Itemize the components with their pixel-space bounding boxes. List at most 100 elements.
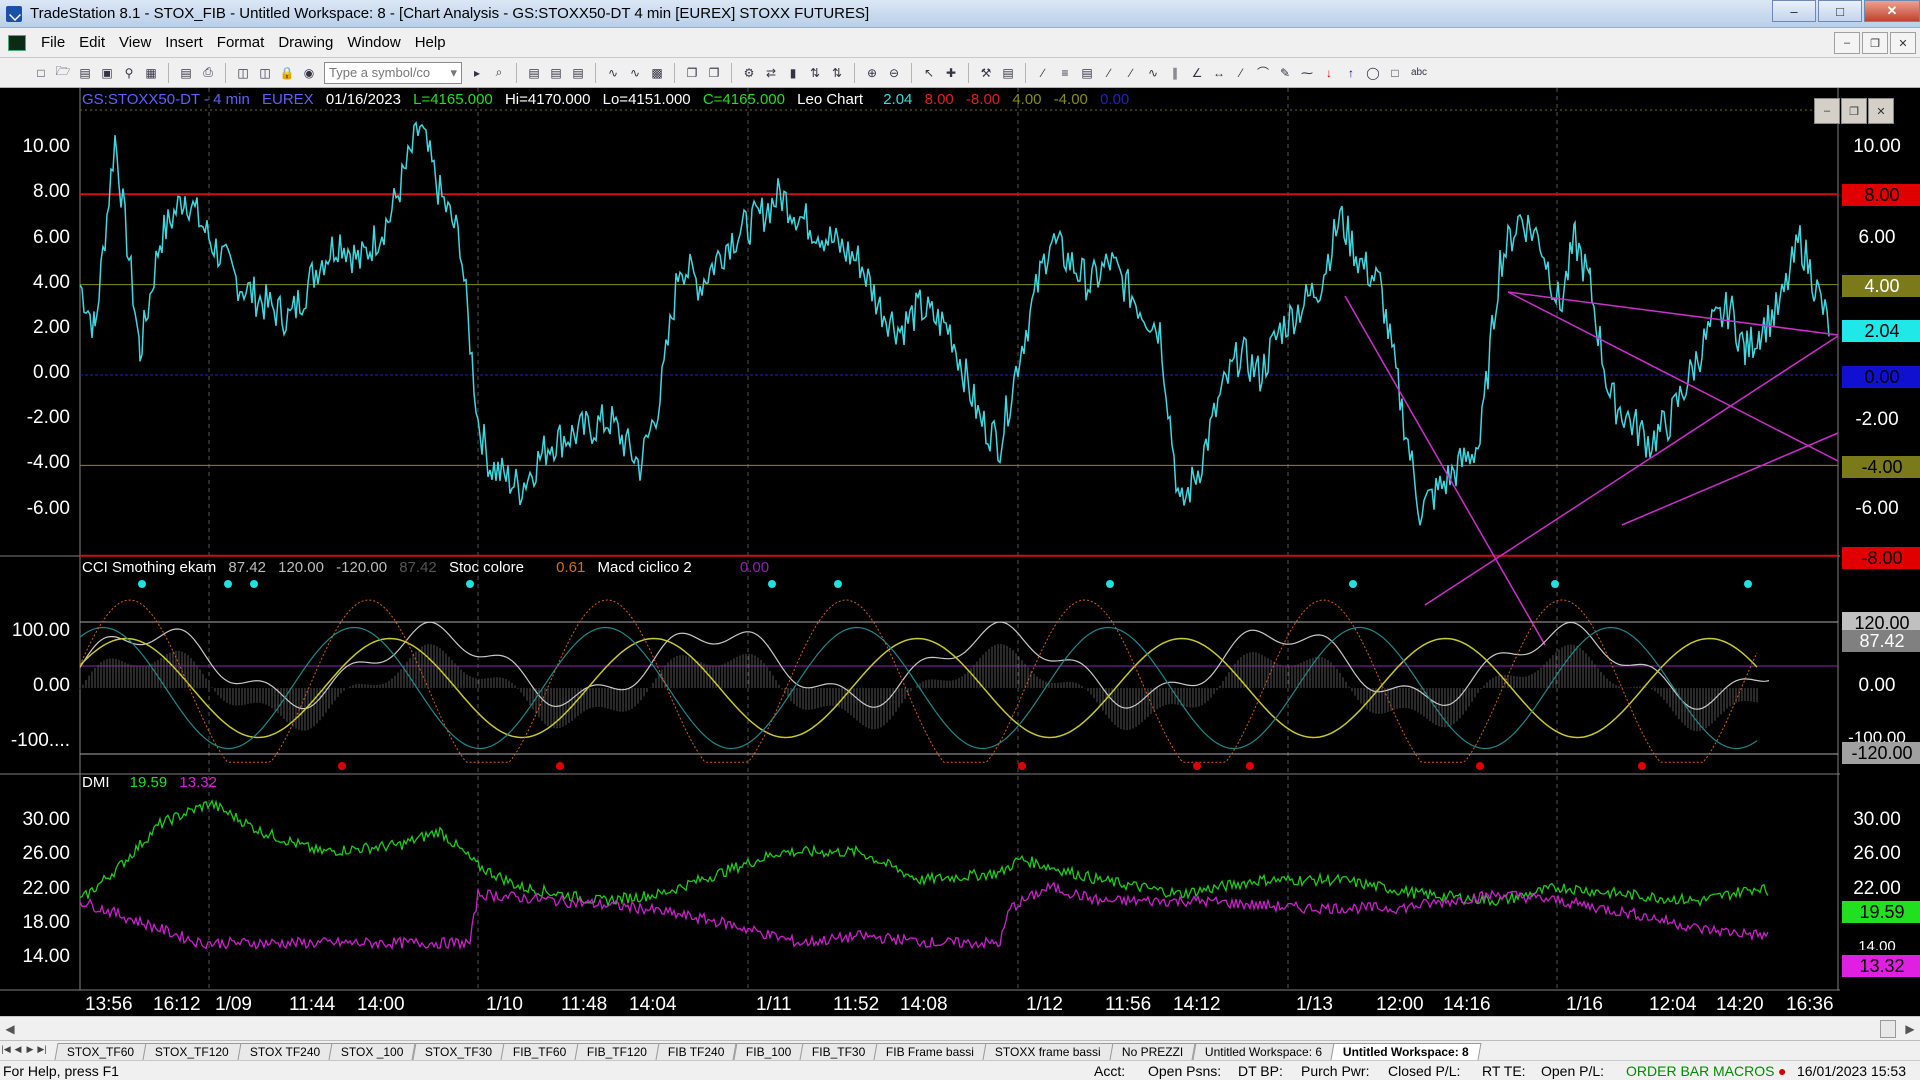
tab-workspace[interactable]: STOX TF240: [237, 1043, 333, 1060]
chart-minimize-button[interactable]: –: [1814, 98, 1840, 124]
lock-chart-icon[interactable]: 🔒: [278, 64, 296, 82]
mdi-close-button[interactable]: ✕: [1890, 32, 1916, 54]
indicator-icon[interactable]: ▤: [569, 64, 587, 82]
chart-window-icon[interactable]: [8, 34, 26, 51]
crosshair-icon[interactable]: ✚: [942, 64, 960, 82]
status-macros[interactable]: MACROS: [1713, 1063, 1774, 1079]
text-tool-icon[interactable]: abc: [1408, 64, 1430, 82]
tab-workspace[interactable]: STOX _100: [328, 1043, 417, 1060]
tab-next-icon[interactable]: ▶: [24, 1044, 36, 1060]
ellipse-icon[interactable]: ◯: [1364, 64, 1382, 82]
scroll-left-icon[interactable]: ◀: [0, 1022, 20, 1036]
channel-icon[interactable]: ∥: [1166, 64, 1184, 82]
tab-workspace[interactable]: FIB Frame bassi: [873, 1043, 987, 1060]
parallel-lines-icon[interactable]: ⁄: [1232, 64, 1250, 82]
tab-last-icon[interactable]: ▶|: [36, 1044, 48, 1060]
tab-workspace-active[interactable]: Untitled Workspace: 8: [1330, 1043, 1482, 1060]
scroll-track[interactable]: [20, 1020, 1880, 1038]
fibonacci-icon[interactable]: ▤: [1078, 64, 1096, 82]
menu-insert[interactable]: Insert: [158, 34, 210, 51]
tab-workspace[interactable]: FIB_TF30: [799, 1043, 878, 1060]
new-file-icon[interactable]: □: [32, 64, 50, 82]
tab-prev-icon[interactable]: ◀: [12, 1044, 24, 1060]
format-icon[interactable]: ▤: [525, 64, 543, 82]
lock-icon[interactable]: ⚲: [120, 64, 138, 82]
arc-icon[interactable]: ⌒: [1254, 64, 1272, 82]
multi-window-icon[interactable]: ❐: [683, 64, 701, 82]
chart-window-icon[interactable]: ◫: [234, 64, 252, 82]
x-label: 11:44: [289, 994, 336, 1015]
tab-first-icon[interactable]: |◀: [0, 1044, 12, 1060]
play-icon[interactable]: ▸: [468, 64, 486, 82]
zigzag-icon[interactable]: ∿: [1144, 64, 1162, 82]
x-label: 1/13: [1296, 994, 1333, 1015]
tab-workspace[interactable]: FIB_TF120: [574, 1043, 660, 1060]
open-folder-icon[interactable]: 🗁: [54, 64, 72, 82]
briefcase-icon[interactable]: ▦: [142, 64, 160, 82]
dropdown-arrow-icon[interactable]: ▾: [450, 65, 457, 81]
menu-window[interactable]: Window: [340, 34, 407, 51]
save-icon[interactable]: ▣: [98, 64, 116, 82]
arrow-down-icon[interactable]: ↓: [1320, 64, 1338, 82]
tab-workspace[interactable]: No PREZZI: [1109, 1043, 1197, 1060]
chart-green-icon[interactable]: ▮: [784, 64, 802, 82]
tab-workspace[interactable]: STOX_TF30: [412, 1043, 505, 1060]
copy-window-icon[interactable]: ❐: [705, 64, 723, 82]
scroll-right-icon[interactable]: ▶: [1900, 1022, 1920, 1036]
paint-bar-icon[interactable]: ▩: [648, 64, 666, 82]
tab-workspace[interactable]: STOXX frame bassi: [982, 1043, 1114, 1060]
data-window-icon[interactable]: ▤: [547, 64, 565, 82]
trendline-icon[interactable]: ∕: [1034, 64, 1052, 82]
curve-icon[interactable]: ⁓: [1298, 64, 1316, 82]
tab-workspace[interactable]: FIB TF240: [655, 1043, 738, 1060]
tab-workspace[interactable]: Untitled Workspace: 6: [1192, 1043, 1335, 1060]
close-button[interactable]: ✕: [1864, 0, 1920, 22]
scroll-thumb[interactable]: [1880, 1019, 1896, 1038]
angle-icon[interactable]: ∠: [1188, 64, 1206, 82]
mdi-restore-button[interactable]: ❐: [1862, 32, 1888, 54]
chart-close-button[interactable]: ✕: [1868, 98, 1894, 124]
print-icon[interactable]: ⎙: [199, 64, 217, 82]
radar-screen-icon[interactable]: ◫: [256, 64, 274, 82]
globe-icon[interactable]: ◉: [300, 64, 318, 82]
minimize-button[interactable]: –: [1772, 0, 1816, 22]
candle-icon[interactable]: ⇅: [806, 64, 824, 82]
chart-window[interactable]: GS:STOXX50-DT - 4 min EUREX 01/16/2023 L…: [0, 88, 1920, 1032]
menu-view[interactable]: View: [112, 34, 158, 51]
tab-workspace[interactable]: FIB_100: [733, 1043, 804, 1060]
arrow-up-icon[interactable]: ↑: [1342, 64, 1360, 82]
rectangle-icon[interactable]: □: [1386, 64, 1404, 82]
tab-workspace[interactable]: STOX_TF60: [54, 1043, 147, 1060]
symbol-input[interactable]: Type a symbol/co ▾: [324, 61, 462, 84]
bar-icon[interactable]: ⇅: [828, 64, 846, 82]
hammer-icon[interactable]: ⚒: [977, 64, 995, 82]
arrows-horizontal-icon[interactable]: ↔: [1210, 64, 1228, 82]
mdi-minimize-button[interactable]: –: [1834, 32, 1860, 54]
gear-icon[interactable]: ⚙: [740, 64, 758, 82]
horizontal-scrollbar[interactable]: ◀ ▶: [0, 1016, 1920, 1040]
workspace-icon[interactable]: ▤: [76, 64, 94, 82]
tab-workspace[interactable]: FIB_TF60: [500, 1043, 579, 1060]
analysis-icon[interactable]: ∿: [626, 64, 644, 82]
order-icon[interactable]: ▤: [999, 64, 1017, 82]
chart-restore-button[interactable]: ❐: [1841, 98, 1867, 124]
maximize-button[interactable]: □: [1818, 0, 1862, 22]
menu-edit[interactable]: Edit: [72, 34, 112, 51]
menu-help[interactable]: Help: [408, 34, 453, 51]
zoom-out-icon[interactable]: ⊖: [885, 64, 903, 82]
zoom-in-icon[interactable]: ⊕: [863, 64, 881, 82]
menu-drawing[interactable]: Drawing: [271, 34, 340, 51]
menu-file[interactable]: File: [34, 34, 72, 51]
pointer-icon[interactable]: ↖: [920, 64, 938, 82]
symbol-lookup-icon[interactable]: ⌕: [490, 64, 508, 82]
gann-fan-icon[interactable]: ∕: [1122, 64, 1140, 82]
tab-workspace[interactable]: STOX_TF120: [142, 1043, 242, 1060]
pencil-icon[interactable]: ✎: [1276, 64, 1294, 82]
shuffle-icon[interactable]: ⇄: [762, 64, 780, 82]
speed-lines-icon[interactable]: ∕: [1100, 64, 1118, 82]
status-order-bar[interactable]: ORDER BAR: [1626, 1063, 1709, 1079]
print-preview-icon[interactable]: ▤: [177, 64, 195, 82]
strategy-icon[interactable]: ∿: [604, 64, 622, 82]
menu-format[interactable]: Format: [210, 34, 272, 51]
horizontal-lines-icon[interactable]: ≡: [1056, 64, 1074, 82]
